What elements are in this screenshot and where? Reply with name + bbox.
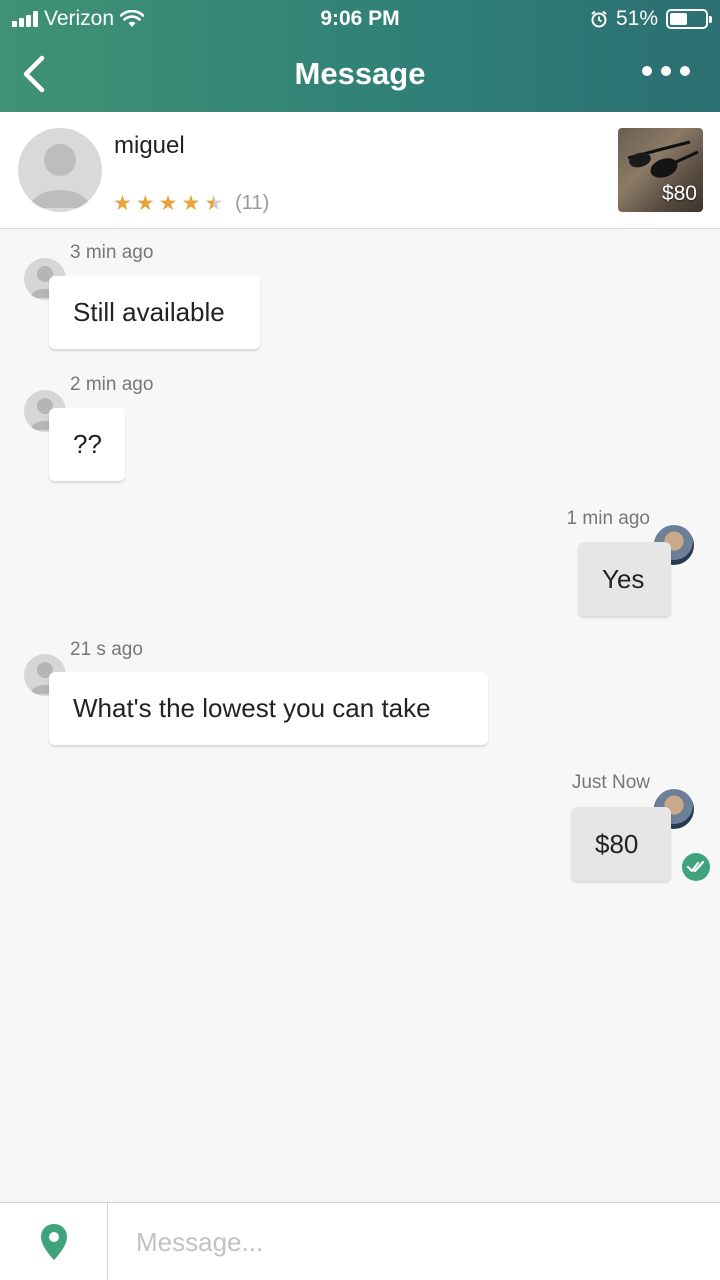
message-time: Just Now xyxy=(571,772,650,793)
seller-name[interactable]: miguel xyxy=(114,132,185,160)
dot-icon xyxy=(642,66,652,76)
star-icon: ★ xyxy=(181,191,201,215)
product-thumbnail[interactable]: $80 xyxy=(618,128,703,212)
message-bubble[interactable]: ?? xyxy=(49,408,125,481)
nav-bar: Message xyxy=(0,38,720,112)
dot-icon xyxy=(661,66,671,76)
dot-icon xyxy=(680,66,690,76)
star-icon: ★ xyxy=(158,191,178,215)
location-pin-icon xyxy=(40,1224,67,1260)
message-list: 3 min ago Still available 2 min ago ?? 1… xyxy=(0,230,720,1202)
message-text: What's the lowest you can take xyxy=(73,693,431,723)
alarm-icon xyxy=(591,10,607,28)
message-time: 21 s ago xyxy=(70,639,143,660)
product-price: $80 xyxy=(661,182,697,205)
message-input[interactable] xyxy=(122,1213,702,1271)
message-text: Yes xyxy=(602,563,645,594)
message-bubble[interactable]: What's the lowest you can take xyxy=(49,672,488,745)
message-text: Still available xyxy=(73,297,225,327)
page-title: Message xyxy=(294,56,426,91)
more-options-button[interactable] xyxy=(642,66,690,76)
location-button[interactable] xyxy=(0,1203,108,1280)
rating-count: (11) xyxy=(235,192,270,214)
message-text: ?? xyxy=(73,429,102,459)
app-header: Verizon 9:06 PM 51% Message xyxy=(0,0,720,112)
user-placeholder-icon xyxy=(30,144,90,208)
battery-percent: 51% xyxy=(615,7,658,30)
status-bar: Verizon 9:06 PM 51% xyxy=(0,0,720,38)
message-time: 2 min ago xyxy=(70,374,154,395)
message-time: 1 min ago xyxy=(566,508,650,529)
message-bubble[interactable]: $80 xyxy=(571,807,671,881)
message-bubble[interactable]: Yes xyxy=(578,542,671,616)
star-half-icon: ★ xyxy=(204,191,224,215)
battery-icon xyxy=(666,9,712,29)
star-icon: ★ xyxy=(113,191,132,215)
message-composer xyxy=(0,1202,720,1280)
listing-header: miguel ★ ★ ★ ★ ★ (11) $80 xyxy=(0,112,720,229)
message-time: 3 min ago xyxy=(70,242,154,263)
seller-rating: ★ ★ ★ ★ ★ (11) xyxy=(113,192,269,215)
seller-avatar[interactable] xyxy=(18,128,102,212)
star-icon: ★ xyxy=(135,191,155,215)
message-bubble[interactable]: Still available xyxy=(49,276,260,349)
read-check-icon xyxy=(682,853,710,881)
message-text: $80 xyxy=(595,828,639,859)
